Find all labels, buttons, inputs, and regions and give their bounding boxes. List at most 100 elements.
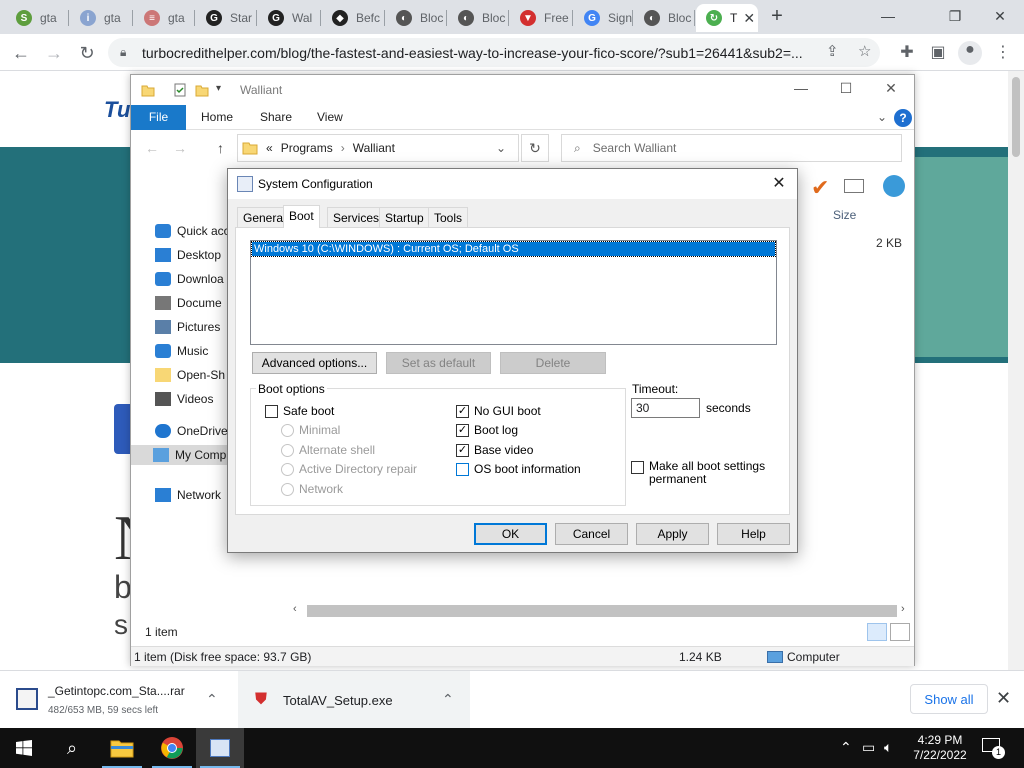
up-arrow-icon[interactable]: ↑ <box>217 140 224 156</box>
minimize-browser-button[interactable]: — <box>868 4 908 28</box>
nav-item[interactable]: My Comp <box>131 445 229 465</box>
browser-tab[interactable]: ◐ Bloc <box>448 4 508 32</box>
make-permanent-checkbox[interactable] <box>631 461 644 474</box>
alternate-shell-option[interactable]: Alternate shell <box>281 442 375 458</box>
safe-boot-option[interactable]: Safe boot <box>265 403 334 419</box>
expand-ribbon-icon[interactable]: ⌄ <box>877 110 887 124</box>
search-taskbar-button[interactable]: ⌕ <box>48 728 96 768</box>
horizontal-scrollbar[interactable]: ‹ › <box>291 603 913 619</box>
network-option[interactable]: Network <box>281 481 343 497</box>
minimal-option[interactable]: Minimal <box>281 422 340 438</box>
nav-item[interactable]: Downloa <box>155 269 224 289</box>
ok-button[interactable]: OK <box>474 523 547 545</box>
explorer-titlebar[interactable]: ▾ Walliant — ☐ ✕ <box>131 75 914 105</box>
address-dropdown-icon[interactable]: ⌄ <box>496 141 506 155</box>
browser-tab[interactable]: ≡ gta <box>134 4 194 32</box>
browser-tab[interactable]: ◆ Befc <box>322 4 382 32</box>
nav-item[interactable]: Desktop <box>155 245 221 265</box>
search-box[interactable]: ⌕ Search Walliant <box>561 134 902 162</box>
column-header-size[interactable]: Size <box>833 208 856 222</box>
boot-log-checkbox[interactable]: ✓ <box>456 423 469 437</box>
advanced-options-button[interactable]: Advanced options... <box>252 352 377 374</box>
scroll-left-icon[interactable]: ‹ <box>293 603 297 615</box>
globe-icon[interactable] <box>883 175 905 197</box>
base-video-checkbox[interactable]: ✓ <box>456 443 469 457</box>
site-logo[interactable]: Tu <box>104 97 130 123</box>
show-all-downloads-button[interactable]: Show all <box>910 684 988 714</box>
tab-boot[interactable]: Boot <box>283 205 320 228</box>
show-hidden-icons-icon[interactable]: ⌃ <box>840 739 852 756</box>
volume-icon[interactable]: 🔈︎ <box>884 739 892 756</box>
explorer-address-bar[interactable]: « Programs › Walliant ⌄ <box>237 134 519 162</box>
msconfig-taskbar-button[interactable] <box>196 728 244 768</box>
download-item[interactable]: ⛊ TotalAV_Setup.exe ⌃ <box>238 671 470 729</box>
scrollbar-thumb[interactable] <box>1012 77 1020 157</box>
nav-item[interactable]: Music <box>155 341 208 361</box>
nav-item[interactable]: Quick acc <box>155 221 230 241</box>
safe-boot-checkbox[interactable] <box>265 404 278 418</box>
new-folder-icon[interactable] <box>195 83 209 97</box>
drive-icon[interactable] <box>844 179 864 193</box>
base-video-option[interactable]: ✓ Base video <box>456 442 533 458</box>
help-button[interactable]: Help <box>717 523 790 545</box>
nav-item[interactable]: Videos <box>155 389 213 409</box>
browser-tab[interactable]: G Star <box>196 4 256 32</box>
no-gui-boot-option[interactable]: ✓ No GUI boot <box>456 403 541 419</box>
forward-arrow-icon[interactable]: → <box>173 140 187 156</box>
boot-log-option[interactable]: ✓ Boot log <box>456 422 518 438</box>
checkmark-icon[interactable]: ✔ <box>811 175 829 201</box>
download-item[interactable]: _Getintopc.com_Sta....rar 482/653 MB, 59… <box>0 671 236 729</box>
browser-tab[interactable]: Sgta <box>6 4 66 32</box>
close-download-bar-icon[interactable]: ✕ <box>996 688 1011 709</box>
active-directory-repair-option[interactable]: Active Directory repair <box>281 461 417 477</box>
restore-browser-button[interactable]: ❐ <box>935 4 975 28</box>
profile-avatar-icon[interactable]: ● <box>958 41 982 65</box>
close-dialog-button[interactable]: ✕ <box>764 172 794 196</box>
minimize-explorer-button[interactable]: — <box>781 80 821 100</box>
browser-tab[interactable]: G Sign <box>574 4 634 32</box>
timeout-input[interactable]: 30 <box>631 398 700 418</box>
os-boot-information-checkbox[interactable] <box>456 462 469 476</box>
browser-tab[interactable]: ↻ T ✕ <box>696 4 758 32</box>
close-tab-icon[interactable]: ✕ <box>743 10 755 27</box>
browser-tab[interactable]: ◐ Bloc <box>386 4 446 32</box>
browser-tab[interactable]: i gta <box>70 4 130 32</box>
ribbon-tab-view[interactable]: View <box>303 105 357 130</box>
close-explorer-button[interactable]: ✕ <box>871 80 911 100</box>
browser-tab[interactable]: ▼ Free <box>510 4 570 32</box>
side-panel-icon[interactable]: ▣ <box>927 42 949 64</box>
tab-services[interactable]: Services <box>327 207 386 227</box>
chrome-taskbar-button[interactable] <box>148 728 196 768</box>
ribbon-tab-share[interactable]: Share <box>246 105 306 130</box>
bookmark-star-icon[interactable]: ☆ <box>858 42 871 60</box>
set-as-default-button[interactable]: Set as default <box>386 352 491 374</box>
browser-tab[interactable]: G Wal <box>258 4 318 32</box>
address-bar[interactable]: 🔒︎ turbocredithelper.com/blog/the-fastes… <box>108 38 880 67</box>
file-explorer-taskbar-button[interactable] <box>98 728 146 768</box>
horizontal-scroll-thumb[interactable] <box>307 605 897 617</box>
browser-menu-icon[interactable]: ⋮ <box>992 42 1014 64</box>
nav-item[interactable]: Network <box>155 485 221 505</box>
breadcrumb-separator-icon[interactable]: › <box>341 141 345 155</box>
active-directory-repair-radio[interactable] <box>281 462 294 476</box>
scroll-right-icon[interactable]: › <box>901 603 905 615</box>
breadcrumb-walliant[interactable]: Walliant <box>353 141 395 155</box>
tab-tools[interactable]: Tools <box>428 207 469 227</box>
share-icon[interactable]: ⇪ <box>826 42 839 60</box>
network-radio[interactable] <box>281 482 294 496</box>
quick-access-dropdown-icon[interactable]: ▾ <box>216 83 221 94</box>
nav-item[interactable]: OneDrive <box>155 421 228 441</box>
page-scrollbar[interactable] <box>1008 71 1024 670</box>
download-options-chevron-icon[interactable]: ⌃ <box>442 691 454 708</box>
nav-item[interactable]: Docume <box>155 293 222 313</box>
refresh-icon[interactable]: ↻ <box>521 134 549 162</box>
network-status-icon[interactable]: ▭ <box>862 739 875 756</box>
delete-button[interactable]: Delete <box>500 352 606 374</box>
reload-icon[interactable]: ↻ <box>74 40 100 66</box>
ribbon-tab-home[interactable]: Home <box>187 105 247 130</box>
alternate-shell-radio[interactable] <box>281 443 294 457</box>
dialog-titlebar[interactable]: System Configuration ✕ <box>228 169 797 199</box>
close-browser-button[interactable]: ✕ <box>980 4 1020 28</box>
forward-icon[interactable]: → <box>41 40 67 66</box>
details-view-icon[interactable] <box>867 623 887 641</box>
